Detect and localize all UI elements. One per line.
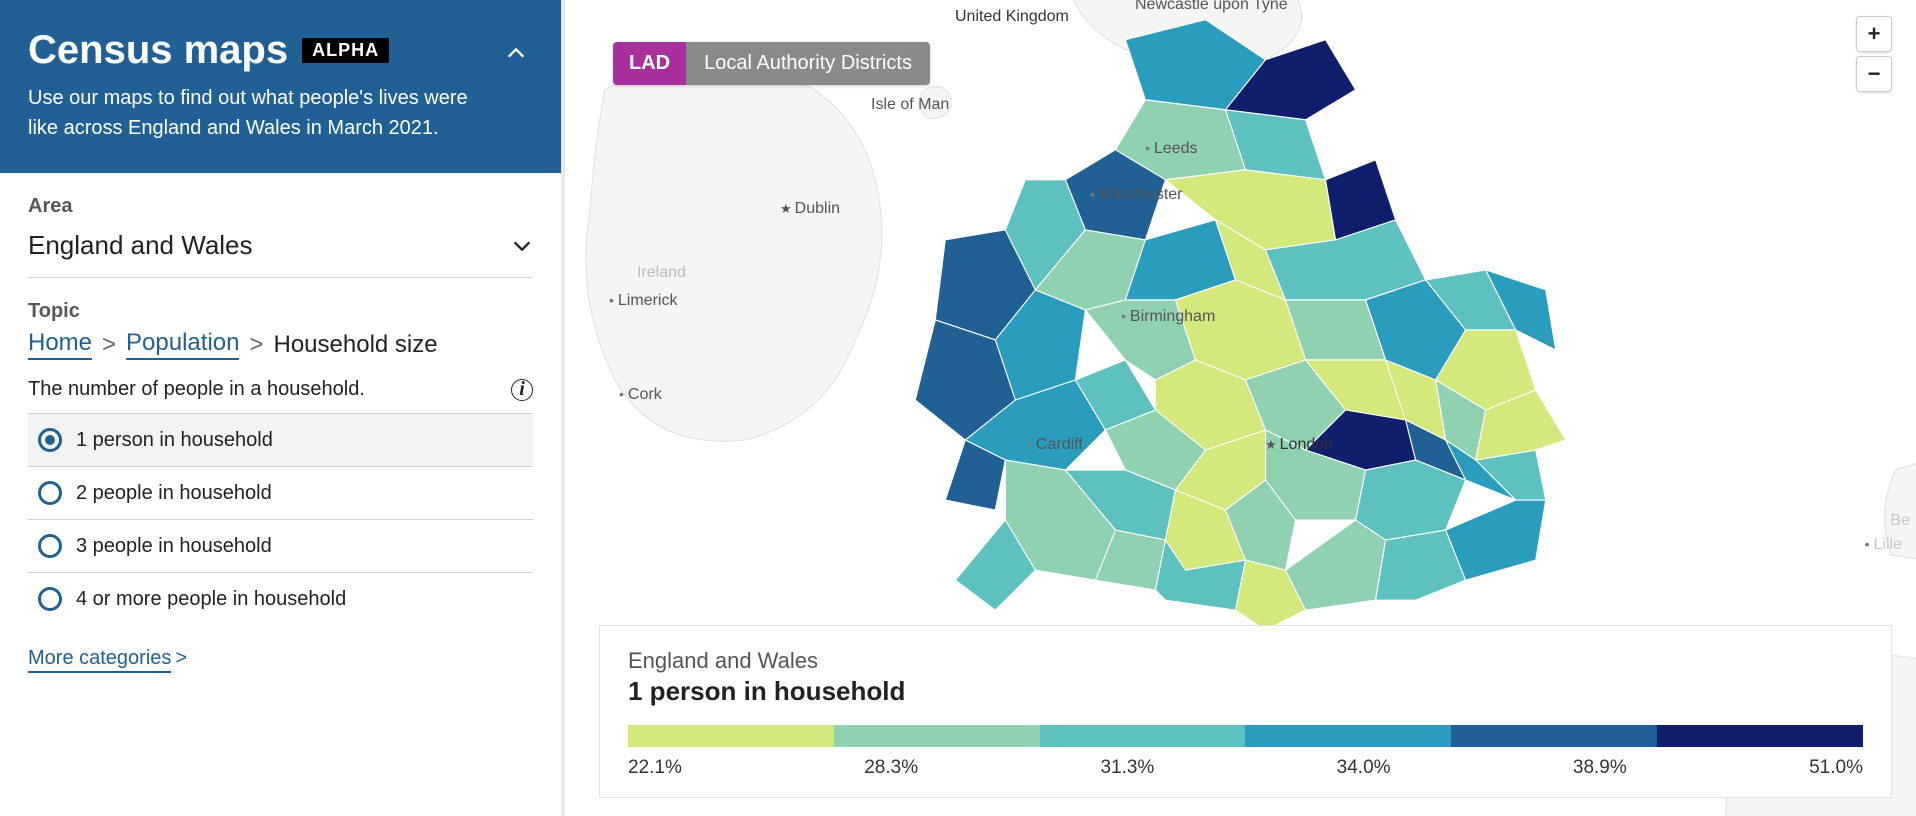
zoom-out-button[interactable]: − <box>1856 56 1892 92</box>
legend-tick: 34.0% <box>1337 757 1391 779</box>
topic-description: The number of people in a household. <box>28 378 365 401</box>
topic-section: Topic Home > Population > Household size… <box>0 278 561 625</box>
category-label: 3 people in household <box>76 535 272 558</box>
area-select[interactable]: England and Wales <box>28 224 533 278</box>
radio-icon <box>38 587 62 611</box>
title-text: Census maps <box>28 28 288 73</box>
legend-tick: 28.3% <box>864 757 918 779</box>
area-label: Area <box>28 195 533 218</box>
area-section: Area England and Wales <box>0 173 561 278</box>
phase-badge: ALPHA <box>302 38 389 63</box>
geography-code: LAD <box>613 42 686 85</box>
breadcrumb-sep: > <box>102 331 116 359</box>
area-value: England and Wales <box>28 230 253 261</box>
more-categories-link[interactable]: More categories <box>28 647 171 673</box>
legend-area: England and Wales <box>628 648 1863 674</box>
legend-ticks: 22.1% 28.3% 31.3% 34.0% 38.9% 51.0% <box>628 757 1863 779</box>
chevron-down-icon <box>511 235 533 257</box>
zoom-in-button[interactable]: + <box>1856 16 1892 52</box>
collapse-panel-button[interactable] <box>499 36 533 70</box>
radio-icon <box>38 534 62 558</box>
page-title: Census maps ALPHA <box>28 28 533 73</box>
geography-label: Local Authority Districts <box>686 42 930 85</box>
legend-swatch <box>628 725 834 747</box>
zoom-controls: + − <box>1856 16 1892 92</box>
breadcrumb-current: Household size <box>274 331 438 359</box>
category-option-2[interactable]: 2 people in household <box>28 467 533 520</box>
breadcrumb-sep: > <box>249 331 263 359</box>
radio-icon <box>38 481 62 505</box>
category-label: 2 people in household <box>76 482 272 505</box>
legend-swatch <box>834 725 1040 747</box>
info-icon[interactable]: i <box>511 379 533 401</box>
map-legend: England and Wales 1 person in household … <box>599 625 1892 798</box>
map-canvas[interactable]: LAD Local Authority Districts + − Newcas… <box>565 0 1916 816</box>
hero: Census maps ALPHA Use our maps to find o… <box>0 0 561 173</box>
chevron-up-icon <box>505 42 527 64</box>
radio-icon <box>38 428 62 452</box>
chevron-right-icon: > <box>175 647 187 669</box>
legend-tick: 51.0% <box>1809 757 1863 779</box>
legend-swatch <box>1657 725 1863 747</box>
breadcrumb-home[interactable]: Home <box>28 329 92 360</box>
topic-description-row: The number of people in a household. i <box>28 378 533 401</box>
legend-tick: 31.3% <box>1100 757 1154 779</box>
legend-swatch <box>1451 725 1657 747</box>
category-radio-list: 1 person in household 2 people in househ… <box>28 413 533 625</box>
category-option-4[interactable]: 4 or more people in household <box>28 573 533 625</box>
legend-topic: 1 person in household <box>628 676 1863 707</box>
topic-label: Topic <box>28 300 533 323</box>
category-label: 1 person in household <box>76 429 273 452</box>
legend-color-bar <box>628 725 1863 747</box>
legend-swatch <box>1040 725 1246 747</box>
legend-swatch <box>1245 725 1451 747</box>
sidebar-panel: Census maps ALPHA Use our maps to find o… <box>0 0 565 816</box>
geography-chip[interactable]: LAD Local Authority Districts <box>613 42 930 85</box>
legend-tick: 22.1% <box>628 757 682 779</box>
breadcrumb-population[interactable]: Population <box>126 329 239 360</box>
category-label: 4 or more people in household <box>76 588 346 611</box>
breadcrumb: Home > Population > Household size <box>28 329 533 360</box>
category-option-1[interactable]: 1 person in household <box>28 414 533 467</box>
page-subtitle: Use our maps to find out what people's l… <box>28 83 498 143</box>
legend-tick: 38.9% <box>1573 757 1627 779</box>
category-option-3[interactable]: 3 people in household <box>28 520 533 573</box>
